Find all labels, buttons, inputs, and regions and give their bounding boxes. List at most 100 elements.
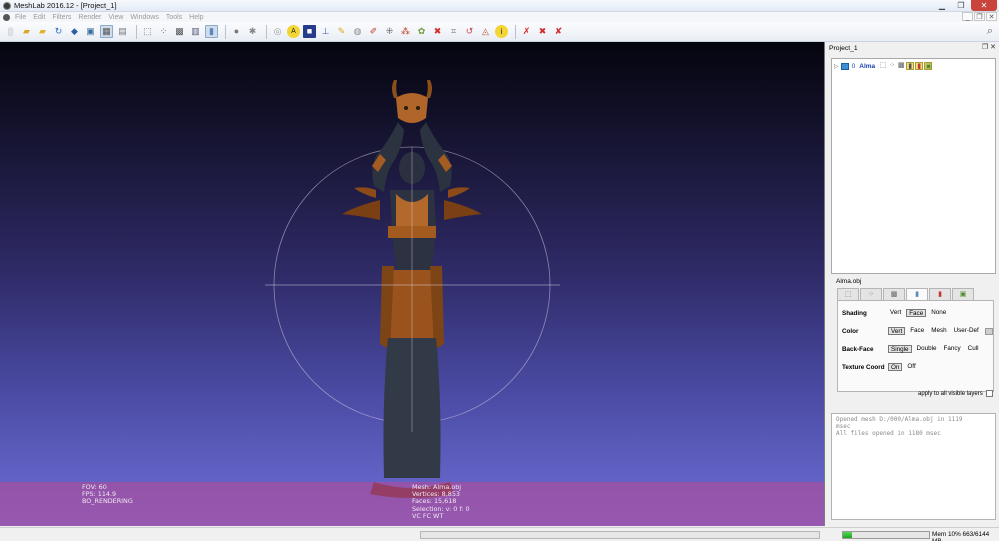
new-project-icon[interactable]: ▯: [4, 25, 17, 38]
reload-icon[interactable]: ↻: [52, 25, 65, 38]
menu-windows[interactable]: Windows: [130, 14, 158, 21]
points-icon[interactable]: ⁘: [157, 25, 170, 38]
align-icon[interactable]: ⊥: [319, 25, 332, 38]
brush-icon[interactable]: ✐: [367, 25, 380, 38]
texcoord-label: Texture Coord: [842, 363, 885, 371]
select-faces-icon[interactable]: ⁂: [399, 25, 412, 38]
menu-render[interactable]: Render: [78, 14, 101, 21]
pick-points-icon[interactable]: ◍: [351, 25, 364, 38]
window-controls: ▁ ❐ ✕: [932, 0, 997, 11]
doc-minimize-button[interactable]: _: [962, 12, 973, 21]
backface-fancy-option[interactable]: Fancy: [941, 345, 962, 353]
rotate-icon[interactable]: ↺: [463, 25, 476, 38]
select-vertices-icon[interactable]: ⁜: [383, 25, 396, 38]
color-vert-option[interactable]: Vert: [888, 327, 906, 335]
toolbar-separator: [136, 24, 137, 39]
render-tabs: ⬚ ⁘ ▩ ▮ ▮ ▣: [837, 288, 994, 301]
backface-double-option[interactable]: Double: [915, 345, 939, 353]
document-window-controls: _ ❐ ✕: [961, 12, 997, 21]
wire-layer-icon[interactable]: ▩: [897, 62, 905, 70]
stats-icon[interactable]: ◬: [479, 25, 492, 38]
paint-icon[interactable]: ✎: [335, 25, 348, 38]
menu-filters[interactable]: Filters: [52, 14, 71, 21]
snapshot-icon[interactable]: ▣: [84, 25, 97, 38]
trackball-icon[interactable]: ◎: [271, 25, 284, 38]
menu-help[interactable]: Help: [189, 14, 203, 21]
tab-points[interactable]: ⁘: [860, 288, 882, 300]
smooth-icon[interactable]: ▮: [205, 25, 218, 38]
backface-row: Back-Face Single Double Fancy Cull: [842, 345, 984, 353]
document-icon: [3, 13, 10, 21]
expand-arrow-icon[interactable]: ▷: [834, 63, 839, 70]
menu-edit[interactable]: Edit: [33, 14, 45, 21]
layer-name[interactable]: Alma: [859, 63, 875, 70]
shading-vert-option[interactable]: Vert: [888, 309, 903, 317]
backface-single-option[interactable]: Single: [888, 345, 912, 353]
shading-none-option[interactable]: None: [929, 309, 948, 317]
bbox-icon[interactable]: ⬚: [141, 25, 154, 38]
open-project-icon[interactable]: ▰: [20, 25, 33, 38]
color-mesh-option[interactable]: Mesh: [929, 327, 948, 335]
3d-viewport[interactable]: FOV: 60 FPS: 114.9 BO_RENDERING Mesh: Al…: [0, 42, 825, 526]
attribute-flags-readout: VC FC WT: [412, 511, 444, 520]
dock-float-close-buttons[interactable]: ❐ ✕: [982, 43, 996, 51]
search-icon[interactable]: ⌕: [987, 25, 993, 38]
menu-view[interactable]: View: [108, 14, 123, 21]
toolbar-separator: [225, 24, 226, 39]
visibility-eye-icon[interactable]: [840, 62, 849, 70]
sample-icon[interactable]: ✿: [415, 25, 428, 38]
wireframe-icon[interactable]: ▩: [173, 25, 186, 38]
backface-label: Back-Face: [842, 345, 874, 353]
double-light-icon[interactable]: ✱: [246, 25, 259, 38]
apply-all-row: apply to all visible layers: [918, 390, 993, 397]
measure-icon[interactable]: ⌗: [447, 25, 460, 38]
maximize-button[interactable]: ❐: [952, 0, 970, 11]
texcoord-off-option[interactable]: Off: [905, 363, 917, 371]
texcoord-on-option[interactable]: On: [888, 363, 903, 371]
layer-row[interactable]: ▷ 0 Alma ⬚ ⁘ ▩ ▮ ▮ ▣: [834, 62, 933, 70]
memory-bar: [842, 531, 930, 539]
shading-label: Shading: [842, 309, 867, 317]
bbox-layer-icon[interactable]: ⬚: [879, 62, 887, 70]
log-line: All files opened in 1180 msec: [836, 429, 941, 437]
render-options-panel: ⬚ ⁘ ▩ ▮ ▮ ▣ Shading Vert Face None Color…: [837, 288, 994, 392]
apply-all-checkbox[interactable]: [985, 390, 993, 397]
backface-cull-option[interactable]: Cull: [966, 345, 981, 353]
shading-face-option[interactable]: Face: [906, 309, 927, 317]
import-mesh-icon[interactable]: ▰: [36, 25, 49, 38]
shading-row: Shading Vert Face None: [842, 309, 951, 317]
doc-close-button[interactable]: ✕: [986, 12, 997, 21]
options-layer-icon[interactable]: ▣: [924, 62, 933, 70]
doc-restore-button[interactable]: ❐: [974, 12, 985, 21]
points-layer-icon[interactable]: ⁘: [888, 62, 896, 70]
info-panel-icon[interactable]: ■: [303, 25, 316, 38]
delete-selection-icon[interactable]: ✖: [431, 25, 444, 38]
color-userdef-option[interactable]: User-Def: [952, 327, 981, 335]
color-face-option[interactable]: Face: [908, 327, 926, 335]
annotate-icon[interactable]: A: [287, 25, 300, 38]
memory-readout: Mem 10% 663/6144 MB: [932, 531, 990, 541]
lighting-icon[interactable]: ●: [230, 25, 243, 38]
tab-wire[interactable]: ▩: [883, 288, 905, 300]
texture-layer-icon[interactable]: ▮: [915, 62, 924, 70]
minimize-button[interactable]: ▁: [933, 0, 951, 11]
user-color-swatch[interactable]: [984, 327, 993, 335]
menu-tools[interactable]: Tools: [166, 14, 182, 21]
delete-icon[interactable]: ✖: [536, 25, 549, 38]
solid-layer-icon[interactable]: ▮: [906, 62, 915, 70]
tab-options[interactable]: ▣: [952, 288, 974, 300]
tab-texture[interactable]: ▮: [929, 288, 951, 300]
tab-bbox[interactable]: ⬚: [837, 288, 859, 300]
export-mesh-icon[interactable]: ◆: [68, 25, 81, 38]
close-tool-icon[interactable]: ✗: [520, 25, 533, 38]
layer-list: ▷ 0 Alma ⬚ ⁘ ▩ ▮ ▮ ▣: [831, 58, 996, 274]
remove-icon[interactable]: ✘: [552, 25, 565, 38]
layer-icon[interactable]: ▦: [100, 25, 113, 38]
info-icon[interactable]: i: [495, 25, 508, 38]
layer-number: 0: [851, 62, 856, 70]
flat-icon[interactable]: ▥: [189, 25, 202, 38]
toolbar-separator: [515, 24, 516, 39]
close-button[interactable]: ✕: [971, 0, 997, 11]
menu-file[interactable]: File: [15, 14, 26, 21]
box-icon[interactable]: ▤: [116, 25, 129, 38]
